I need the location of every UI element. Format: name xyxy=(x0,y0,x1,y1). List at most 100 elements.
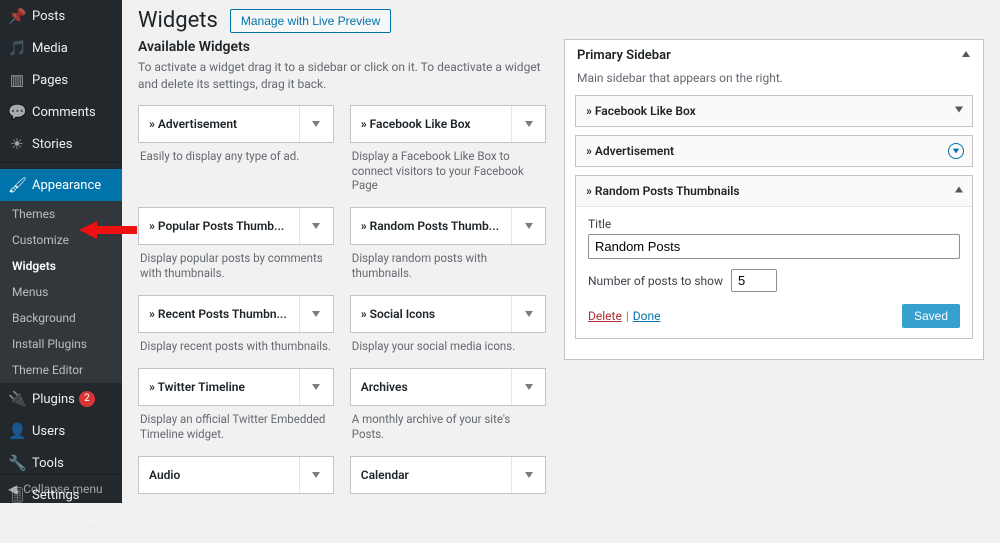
wrench-icon: 🔧 xyxy=(8,454,26,472)
submenu-customize[interactable]: Customize xyxy=(0,227,122,253)
chevron-down-icon[interactable] xyxy=(299,296,333,332)
sidebar-item-posts[interactable]: 📌 Posts xyxy=(0,0,122,32)
placed-widget-facebook[interactable]: » Facebook Like Box xyxy=(575,95,973,127)
widget-handle[interactable]: » Twitter Timeline xyxy=(138,368,334,406)
delete-link[interactable]: Delete xyxy=(588,309,622,323)
available-widget: Archives A monthly archive of your site's… xyxy=(350,368,546,442)
chevron-up-icon[interactable] xyxy=(954,184,964,199)
widget-handle[interactable]: Archives xyxy=(350,368,546,406)
chevron-down-icon[interactable] xyxy=(948,143,964,159)
available-widget: Calendar xyxy=(350,456,546,494)
page-title: Widgets xyxy=(138,8,218,33)
chevron-down-icon[interactable] xyxy=(511,457,545,493)
placed-widget-random-posts: » Random Posts Thumbnails Title N xyxy=(575,175,973,339)
collapse-menu[interactable]: ◀ Collapse menu xyxy=(0,474,122,503)
available-widget: » Random Posts Thumb...Display random po… xyxy=(350,207,546,281)
main-content: Widgets Manage with Live Preview Availab… xyxy=(122,0,1000,503)
widget-form: Title Number of posts to show Delete|Don… xyxy=(576,206,972,338)
widget-handle[interactable]: » Popular Posts Thumb... xyxy=(138,207,334,245)
widget-handle[interactable]: » Social Icons xyxy=(350,295,546,333)
sidebar-item-plugins[interactable]: 🔌 Plugins 2 xyxy=(0,383,122,415)
submenu-widgets[interactable]: Widgets xyxy=(0,253,122,279)
widget-title: Calendar xyxy=(361,468,535,482)
submenu-menus[interactable]: Menus xyxy=(0,279,122,305)
appearance-submenu: Themes Customize Widgets Menus Backgroun… xyxy=(0,201,122,383)
available-widget: » Popular Posts Thumb... Display popular … xyxy=(138,207,334,281)
chevron-down-icon[interactable] xyxy=(511,106,545,142)
widget-handle[interactable]: » Recent Posts Thumbn... xyxy=(138,295,334,333)
user-icon: 👤 xyxy=(8,422,26,440)
primary-sidebar-panel: Primary Sidebar Main sidebar that appear… xyxy=(564,39,984,360)
pin-icon: 📌 xyxy=(8,7,26,25)
chevron-down-icon[interactable] xyxy=(954,104,964,119)
chevron-up-icon xyxy=(961,48,971,63)
available-heading: Available Widgets xyxy=(138,39,544,55)
brush-icon: 🖌 xyxy=(8,176,26,194)
submenu-themes[interactable]: Themes xyxy=(0,201,122,227)
available-widget: » Twitter Timeline Display an official Tw… xyxy=(138,368,334,442)
widget-title: Archives xyxy=(361,380,535,394)
sidebar-item-comments[interactable]: 💬 Comments xyxy=(0,96,122,128)
title-label: Title xyxy=(588,217,960,231)
sidebar-item-pages[interactable]: ▥ Pages xyxy=(0,64,122,96)
separator xyxy=(0,162,122,167)
available-widget: Audio xyxy=(138,456,334,494)
submenu-background[interactable]: Background xyxy=(0,305,122,331)
widget-title: » Popular Posts Thumb... xyxy=(149,219,323,233)
count-input[interactable] xyxy=(731,269,777,292)
widget-desc: Display an official Twitter Embedded Tim… xyxy=(138,412,334,442)
sidebar-item-groovy-menu[interactable]: ◎ Groovy menu xyxy=(0,511,122,543)
sidebar-item-users[interactable]: 👤 Users xyxy=(0,415,122,447)
primary-sidebar-desc: Main sidebar that appears on the right. xyxy=(565,71,983,95)
comment-icon: 💬 xyxy=(8,103,26,121)
sidebar-item-media[interactable]: 🎵 Media xyxy=(0,32,122,64)
plugins-update-badge: 2 xyxy=(79,391,95,407)
widget-title: » Twitter Timeline xyxy=(149,380,323,394)
chevron-down-icon[interactable] xyxy=(299,369,333,405)
placed-widget-advertisement[interactable]: » Advertisement xyxy=(575,135,973,167)
collapse-icon: ◀ xyxy=(8,482,17,496)
sidebar-item-stories[interactable]: ☀ Stories xyxy=(0,128,122,160)
submenu-theme-editor[interactable]: Theme Editor xyxy=(0,357,122,383)
widget-title: » Random Posts Thumb... xyxy=(361,219,535,233)
title-input[interactable] xyxy=(588,234,960,259)
placed-widget-random-posts-header[interactable]: » Random Posts Thumbnails xyxy=(576,176,972,206)
media-icon: 🎵 xyxy=(8,39,26,57)
primary-sidebar-header[interactable]: Primary Sidebar xyxy=(565,40,983,71)
chevron-down-icon[interactable] xyxy=(511,208,545,244)
admin-sidebar: 📌 Posts 🎵 Media ▥ Pages 💬 Comments ☀ Sto… xyxy=(0,0,122,503)
widget-handle[interactable]: Calendar xyxy=(350,456,546,494)
chevron-down-icon[interactable] xyxy=(511,369,545,405)
live-preview-button[interactable]: Manage with Live Preview xyxy=(230,9,391,33)
story-icon: ☀ xyxy=(8,135,26,153)
chevron-down-icon[interactable] xyxy=(299,457,333,493)
widget-title: » Social Icons xyxy=(361,307,535,321)
plug-icon: 🔌 xyxy=(8,390,26,408)
available-widget: » Advertisement Easily to display any typ… xyxy=(138,105,334,194)
widget-title: » Recent Posts Thumbn... xyxy=(149,307,323,321)
widget-handle[interactable]: » Random Posts Thumb... xyxy=(350,207,546,245)
saved-button[interactable]: Saved xyxy=(902,304,960,328)
chevron-down-icon[interactable] xyxy=(299,208,333,244)
widget-desc: Display popular posts by comments with t… xyxy=(138,251,334,281)
widget-handle[interactable]: » Advertisement xyxy=(138,105,334,143)
submenu-install-plugins[interactable]: Install Plugins xyxy=(0,331,122,357)
done-link[interactable]: Done xyxy=(633,309,661,323)
widget-desc: Display a Facebook Like Box to connect v… xyxy=(350,149,546,194)
widget-desc: Easily to display any type of ad. xyxy=(138,149,334,164)
groovy-icon: ◎ xyxy=(8,518,26,536)
widget-desc: A monthly archive of your site's Posts. xyxy=(350,412,546,442)
available-widget: » Facebook Like Box Display a Facebook Li… xyxy=(350,105,546,194)
count-label: Number of posts to show xyxy=(588,274,723,288)
available-widget: » Social Icons Display your social media … xyxy=(350,295,546,354)
widget-desc: Display your social media icons. xyxy=(350,339,546,354)
chevron-down-icon[interactable] xyxy=(299,106,333,142)
available-desc: To activate a widget drag it to a sideba… xyxy=(138,59,544,93)
widget-desc: Display recent posts with thumbnails. xyxy=(138,339,334,354)
sidebar-areas-column: Primary Sidebar Main sidebar that appear… xyxy=(564,39,984,503)
widget-handle[interactable]: » Facebook Like Box xyxy=(350,105,546,143)
widget-handle[interactable]: Audio xyxy=(138,456,334,494)
sidebar-item-appearance[interactable]: 🖌 Appearance xyxy=(0,169,122,201)
chevron-down-icon[interactable] xyxy=(511,296,545,332)
widget-title: Audio xyxy=(149,468,323,482)
